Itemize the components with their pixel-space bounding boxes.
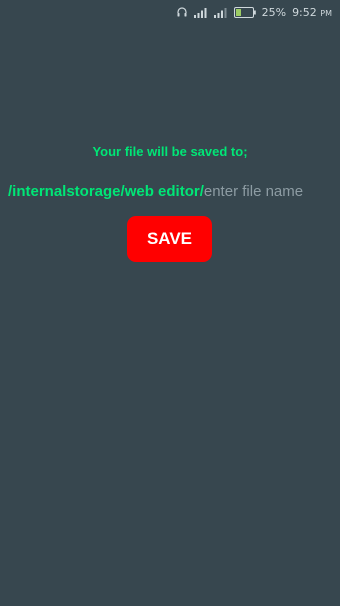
- directory-path: /internalstorage/web editor/: [8, 182, 204, 200]
- clock-ampm: PM: [320, 8, 332, 18]
- save-button[interactable]: SAVE: [127, 216, 212, 262]
- clock: 9:52 PM: [292, 6, 332, 19]
- battery-percent: 25%: [261, 5, 287, 19]
- save-location-label: Your file will be saved to;: [92, 144, 248, 159]
- headphones-icon: [176, 6, 188, 18]
- clock-time: 9:52: [292, 5, 317, 19]
- signal-icon: [193, 7, 208, 18]
- filename-input[interactable]: [203, 182, 340, 200]
- status-bar: 25% 9:52 PM: [0, 0, 340, 24]
- battery-icon: [233, 6, 256, 18]
- save-file-screen: Your file will be saved to; /internalsto…: [0, 24, 340, 606]
- signal-icon: [213, 7, 228, 18]
- file-path-row: /internalstorage/web editor/: [8, 179, 340, 203]
